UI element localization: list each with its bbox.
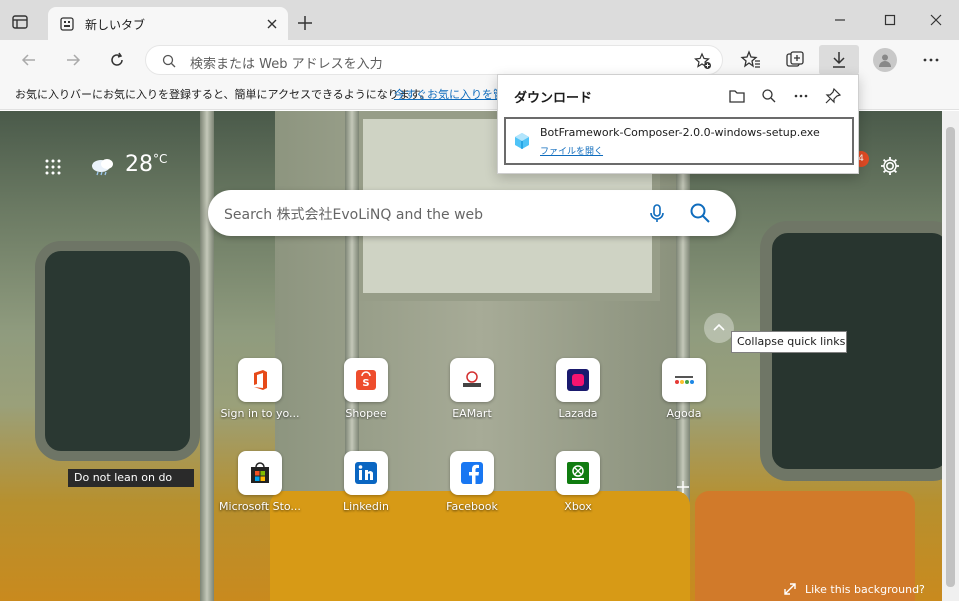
more-options-icon[interactable] xyxy=(792,87,810,105)
address-placeholder: 検索または Web アドレスを入力 xyxy=(190,57,383,72)
tooltip: Collapse quick links xyxy=(731,331,847,353)
svg-text:S: S xyxy=(362,378,369,389)
quick-link-tile xyxy=(344,451,388,495)
pole xyxy=(200,111,214,601)
quick-link-office[interactable]: Sign in to yo... xyxy=(215,358,305,438)
download-icon xyxy=(833,52,845,68)
chevron-up-icon xyxy=(713,323,725,331)
refresh-icon[interactable] xyxy=(108,51,126,69)
quick-link-agoda[interactable]: Agoda xyxy=(639,358,729,438)
scrollbar[interactable] xyxy=(942,111,959,601)
downloads-button[interactable] xyxy=(819,45,859,75)
back-icon[interactable] xyxy=(20,51,38,69)
left-window xyxy=(35,241,200,461)
quick-link-label: Shopee xyxy=(345,407,387,420)
search-icon xyxy=(162,54,176,68)
app-launcher-icon[interactable] xyxy=(44,158,62,176)
open-file-link[interactable]: ファイルを開く xyxy=(540,144,603,157)
quick-link-label: EAMart xyxy=(452,407,492,420)
close-tab-icon[interactable] xyxy=(264,16,280,32)
maximize-icon[interactable] xyxy=(882,12,898,28)
favorites-icon[interactable] xyxy=(740,49,762,71)
quick-link-microsoft-store[interactable]: Microsoft Sto... xyxy=(215,451,305,531)
temperature-unit: °C xyxy=(153,152,168,166)
add-quick-link-icon[interactable] xyxy=(676,480,690,494)
background-sign: Do not lean on do xyxy=(68,469,194,487)
quick-link-tile xyxy=(556,451,600,495)
like-background-label: Like this background? xyxy=(805,583,925,596)
temperature-value: 28 xyxy=(125,152,153,177)
shopee-icon: S xyxy=(356,370,376,390)
quick-link-tile xyxy=(238,451,282,495)
cloud-rain-icon[interactable] xyxy=(90,156,116,176)
agoda-icon xyxy=(675,376,694,384)
address-bar[interactable]: 検索または Web アドレスを入力 xyxy=(145,45,723,75)
person-icon xyxy=(879,54,891,67)
quick-link-label: Sign in to yo... xyxy=(220,407,300,420)
minimize-icon[interactable] xyxy=(832,12,848,28)
close-window-icon[interactable] xyxy=(928,12,944,28)
quick-link-label: Agoda xyxy=(666,407,702,420)
more-options-icon[interactable] xyxy=(920,49,942,71)
search-icon[interactable] xyxy=(688,201,712,225)
temperature[interactable]: 28°C xyxy=(125,152,167,177)
quick-link-label: Microsoft Sto... xyxy=(219,500,301,513)
lazada-icon xyxy=(567,369,589,391)
pin-icon[interactable] xyxy=(824,87,842,105)
office-icon xyxy=(254,370,267,390)
expand-icon xyxy=(784,583,796,595)
quick-link-facebook[interactable]: Facebook xyxy=(427,451,517,531)
download-file-name: BotFramework-Composer-2.0.0-windows-setu… xyxy=(540,126,820,139)
quick-link-tile xyxy=(450,358,494,402)
microphone-icon[interactable] xyxy=(646,202,668,224)
quick-link-tile xyxy=(662,358,706,402)
manage-favorites-link[interactable]: 今すぐお気に入りを管理 xyxy=(394,86,498,102)
search-downloads-icon[interactable] xyxy=(760,87,778,105)
quick-link-label: Facebook xyxy=(446,500,498,513)
gear-icon[interactable] xyxy=(879,155,901,177)
tab-strip: 新しいタブ xyxy=(0,0,959,40)
eamart-icon xyxy=(463,371,481,387)
downloads-title: ダウンロード xyxy=(514,91,593,106)
folder-icon[interactable] xyxy=(728,87,746,105)
favorites-bar-message: お気に入りバーにお気に入りを登録すると、簡単にアクセスできるようになります。 xyxy=(15,88,431,101)
scrollbar-thumb[interactable] xyxy=(946,127,955,587)
quick-link-label: Xbox xyxy=(564,500,592,513)
linkedin-icon xyxy=(355,462,377,484)
quick-link-xbox[interactable]: Xbox xyxy=(533,451,623,531)
quick-link-tile xyxy=(238,358,282,402)
xbox-icon xyxy=(567,462,589,484)
quick-link-tile xyxy=(450,451,494,495)
profile-avatar[interactable] xyxy=(873,48,897,72)
installer-file-icon xyxy=(515,133,529,149)
quick-link-shopee[interactable]: S Shopee xyxy=(321,358,411,438)
forward-icon[interactable] xyxy=(64,51,82,69)
search-placeholder: Search 株式会社EvoLiNQ and the web xyxy=(224,207,484,223)
new-tab-button[interactable] xyxy=(296,14,314,32)
facebook-icon xyxy=(461,462,483,484)
microsoft-store-icon xyxy=(251,462,269,483)
tab-title: 新しいタブ xyxy=(85,18,146,32)
collapse-quick-links-button[interactable] xyxy=(704,313,734,343)
quick-link-eamart[interactable]: EAMart xyxy=(427,358,517,438)
download-item[interactable]: BotFramework-Composer-2.0.0-windows-setu… xyxy=(504,117,854,165)
quick-link-lazada[interactable]: Lazada xyxy=(533,358,623,438)
quick-link-label: Lazada xyxy=(558,407,598,420)
quick-link-label: Linkedin xyxy=(343,500,389,513)
downloads-flyout: ダウンロード BotFramework-Composer-2.0.0-windo… xyxy=(497,74,859,174)
quick-link-linkedin[interactable]: Linkedin xyxy=(321,451,411,531)
quick-link-tile: S xyxy=(344,358,388,402)
add-favorite-icon[interactable] xyxy=(694,52,712,70)
new-tab-icon xyxy=(60,17,74,31)
tab-new-tab[interactable]: 新しいタブ xyxy=(48,7,288,40)
tab-actions-icon[interactable] xyxy=(10,12,30,32)
quick-link-tile xyxy=(556,358,600,402)
collections-icon[interactable] xyxy=(784,49,806,71)
web-search-box[interactable]: Search 株式会社EvoLiNQ and the web xyxy=(208,190,736,236)
